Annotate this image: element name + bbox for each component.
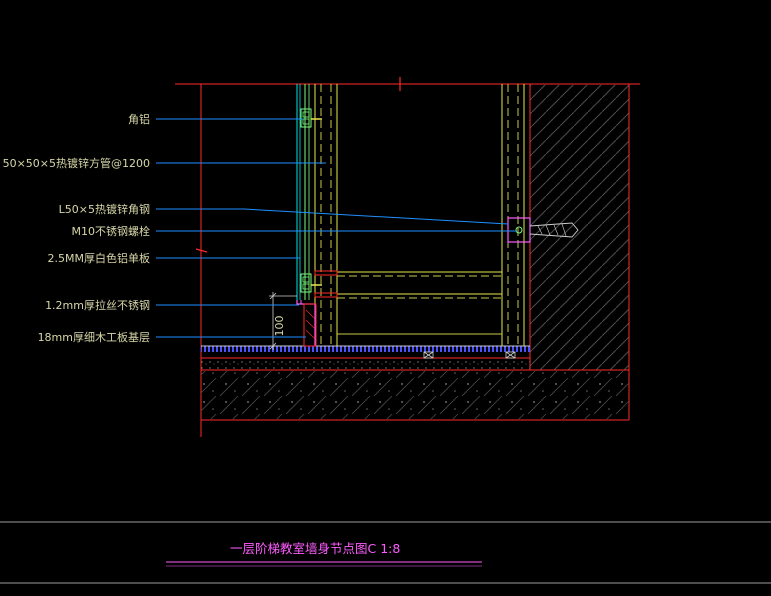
leader-angle	[156, 208, 509, 225]
callout-stainless-steel: 1.2mm厚拉丝不锈钢	[45, 298, 150, 312]
callout-corner-aluminium: 角铝	[128, 112, 150, 126]
callout-bolt: M10不锈钢螺栓	[72, 224, 151, 238]
floor-paving	[201, 346, 530, 352]
callout-aluminium-panel: 2.5MM厚白色铝单板	[48, 251, 150, 265]
concrete-slab-hatch	[201, 371, 629, 419]
concrete-wall-hatch	[530, 85, 629, 370]
skirting-dimension: 100	[269, 292, 297, 350]
dimension-text: 100	[273, 316, 286, 337]
framing-section-marks	[314, 270, 338, 298]
blockboard-base	[303, 303, 317, 347]
callout-labels: 角铝 50×50×5热镀锌方管@1200 L50×5热镀锌角钢 M10不锈钢螺栓…	[3, 112, 150, 344]
cladding-assembly	[296, 84, 322, 347]
bolt-head	[515, 226, 523, 234]
angle-plate	[507, 217, 531, 243]
callout-blockboard: 18mm厚细木工板基层	[38, 330, 150, 344]
floor-joist-marks	[423, 351, 516, 359]
callout-angle-steel: L50×5热镀锌角钢	[59, 202, 150, 216]
title-block: 一层阶梯教室墙身节点图C 1:8	[0, 521, 771, 584]
screed-layer	[201, 358, 530, 370]
drawing-title: 一层阶梯教室墙身节点图C 1:8	[230, 541, 400, 556]
callout-square-tube: 50×50×5热镀锌方管@1200	[3, 156, 150, 170]
stainless-skirting	[296, 300, 316, 346]
cad-drawing: 100 角铝 50×50×5热镀锌方管@1200 L50×5热镀锌角钢 M10不…	[0, 77, 771, 584]
